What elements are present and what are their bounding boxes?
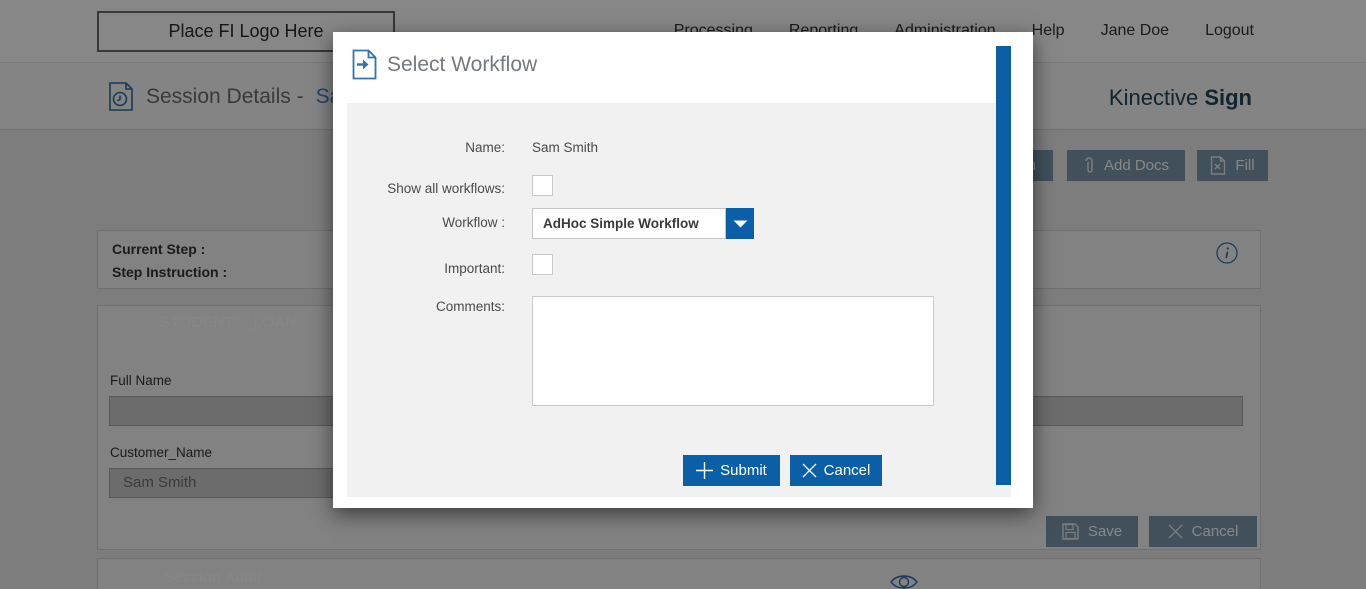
workflow-label: Workflow : [347,215,505,230]
important-label: Important: [347,261,505,276]
page: Place FI Logo Here Processing Reporting … [0,0,1366,589]
modal-scrollbar[interactable] [996,46,1011,485]
modal-body: Name: Sam Smith Show all workflows: Work… [347,103,1011,497]
chevron-down-icon [733,220,748,228]
select-workflow-modal: Select Workflow Name: Sam Smith Show all… [333,32,1033,508]
submit-button[interactable]: Submit [683,455,780,486]
modal-title: Select Workflow [387,53,537,77]
x-icon [802,463,817,478]
modal-cancel-button[interactable]: Cancel [790,455,882,486]
submit-button-label: Submit [720,462,767,479]
comments-textarea[interactable] [532,296,934,406]
plus-icon [696,462,713,479]
comments-label: Comments: [347,299,505,314]
workflow-select[interactable]: AdHoc Simple Workflow [532,208,726,239]
name-value: Sam Smith [532,140,598,155]
name-label: Name: [347,140,505,155]
show-all-workflows-label: Show all workflows: [347,181,505,196]
important-checkbox[interactable] [532,254,553,275]
workflow-select-dropdown-button[interactable] [726,208,754,239]
document-arrow-icon [352,49,377,80]
show-all-workflows-checkbox[interactable] [532,175,553,196]
cancel-button-label: Cancel [824,462,871,479]
